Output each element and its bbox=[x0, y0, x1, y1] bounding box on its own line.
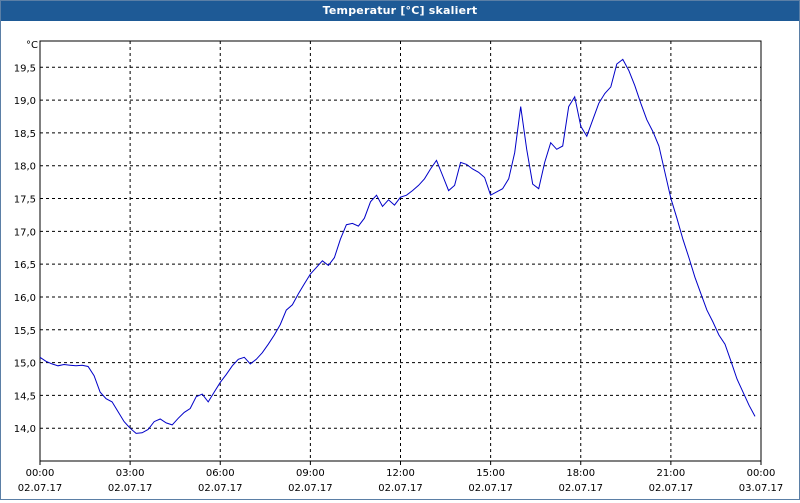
x-tick-time-label: 21:00 bbox=[656, 468, 685, 479]
temperature-chart: 14,0 14,5 15,0 15,5 16,0 16,5 17,0 17,5 18,0 18,5… bbox=[14, 40, 784, 494]
y-axis-ticks: 14,0 14,5 15,0 15,5 16,0 16,5 17,0 17,5 18,0 18,5… bbox=[14, 63, 36, 435]
window-title: Temperatur [°C] skaliert bbox=[1, 1, 799, 21]
y-tick-label: 15,0 bbox=[14, 359, 36, 370]
y-tick-label: 19,0 bbox=[14, 96, 36, 107]
x-tick-time-label: 12:00 bbox=[386, 468, 415, 479]
x-tick-time-label: 18:00 bbox=[566, 468, 595, 479]
x-tick-time-label: 00:00 bbox=[26, 468, 55, 479]
x-tick-date-label: 02.07.17 bbox=[378, 483, 423, 494]
x-tick-date-label: 02.07.17 bbox=[198, 483, 243, 494]
y-tick-label: 18,5 bbox=[14, 129, 36, 140]
y-tick-label: 18,0 bbox=[14, 162, 36, 173]
x-tick-time-label: 06:00 bbox=[206, 468, 235, 479]
y-tick-label: 15,5 bbox=[14, 326, 36, 337]
x-tick-time-label: 00:00 bbox=[747, 468, 776, 479]
y-tick-label: 14,0 bbox=[14, 424, 36, 435]
y-tick-label: 16,5 bbox=[14, 260, 36, 271]
temperature-series-line bbox=[39, 58, 756, 434]
y-tick-label: 16,0 bbox=[14, 293, 36, 304]
x-tick-date-label: 02.07.17 bbox=[468, 483, 513, 494]
y-tick-label: 17,5 bbox=[14, 195, 36, 206]
x-tick-date-label: 02.07.17 bbox=[558, 483, 603, 494]
y-tick-label: 14,5 bbox=[14, 391, 36, 402]
y-tick-label: 19,5 bbox=[14, 63, 36, 74]
y-tick-label: 17,0 bbox=[14, 227, 36, 238]
grid bbox=[40, 41, 761, 461]
x-tick-time-label: 09:00 bbox=[296, 468, 325, 479]
chart-window: Temperatur [°C] skaliert 14,0 14,5 15,0 15,… bbox=[0, 0, 800, 500]
x-tick-date-label: 02.07.17 bbox=[649, 483, 694, 494]
x-tick-date-label: 02.07.17 bbox=[18, 483, 63, 494]
x-tick-date-label: 02.07.17 bbox=[288, 483, 333, 494]
x-tick-date-label: 03.07.17 bbox=[739, 483, 784, 494]
x-tick-time-label: 03:00 bbox=[116, 468, 145, 479]
x-axis-ticks: 00:00 02.07.17 03:00 02.07.17 06:00 02.07.17 0… bbox=[18, 461, 784, 494]
x-tick-date-label: 02.07.17 bbox=[108, 483, 153, 494]
chart-area: 14,0 14,5 15,0 15,5 16,0 16,5 17,0 17,5 18,0 18,5… bbox=[1, 21, 799, 499]
y-axis-unit-label: °C bbox=[26, 40, 38, 51]
x-tick-time-label: 15:00 bbox=[476, 468, 505, 479]
